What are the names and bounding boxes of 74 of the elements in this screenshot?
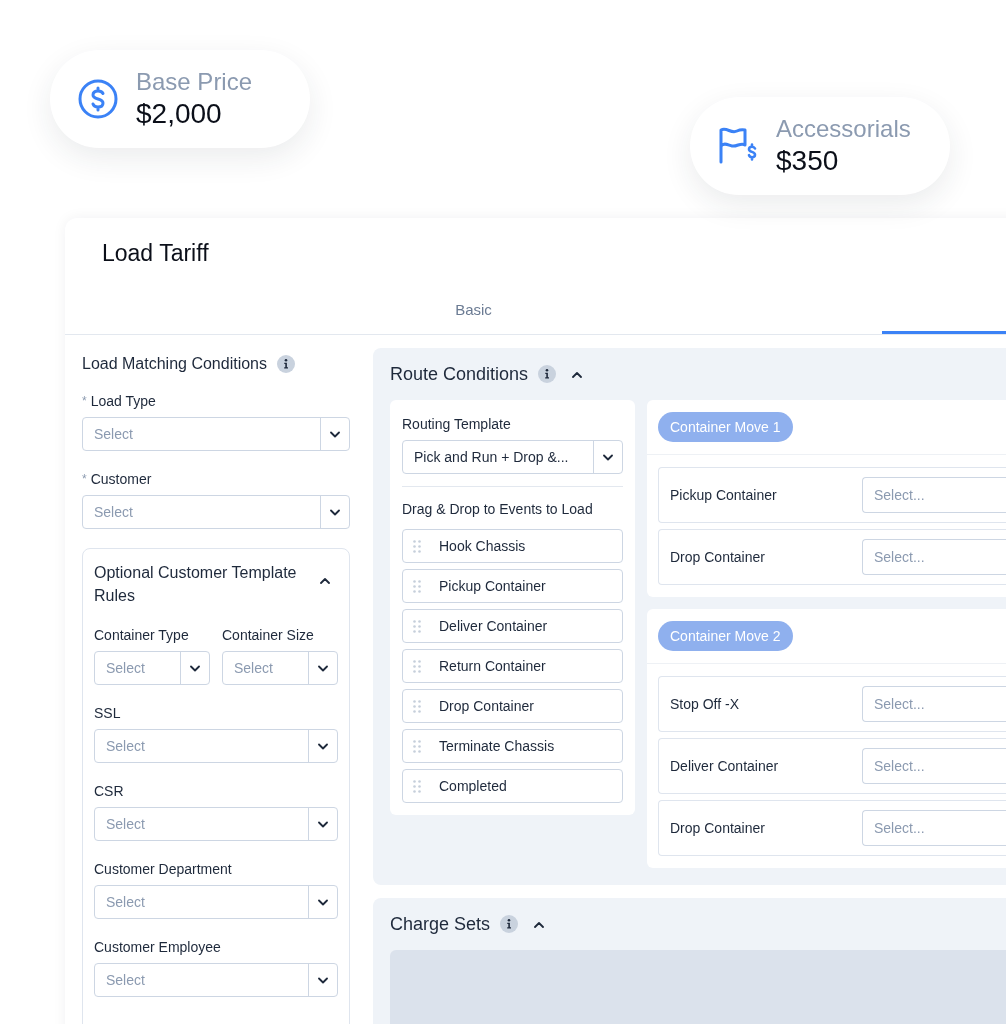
info-icon bbox=[500, 915, 519, 933]
select-field[interactable]: Select... bbox=[862, 539, 1006, 575]
drag-handle-icon[interactable] bbox=[413, 659, 421, 673]
select-field[interactable]: Select bbox=[94, 963, 338, 997]
event-item[interactable]: Hook Chassis bbox=[402, 529, 623, 563]
field-label: SSL bbox=[94, 705, 121, 721]
caret-icon bbox=[318, 976, 328, 984]
caret-icon bbox=[534, 920, 545, 928]
move-badge: Container Move 1 bbox=[658, 412, 793, 442]
move-badge: Container Move 2 bbox=[658, 621, 793, 651]
select-field[interactable]: Select... bbox=[862, 810, 1006, 846]
event-label: Stop Off -X bbox=[669, 696, 740, 712]
section-title: Optional Customer Template Rules bbox=[94, 563, 298, 606]
caret-icon bbox=[603, 453, 613, 461]
select-field[interactable]: Select bbox=[82, 495, 350, 529]
field-label: Routing Template bbox=[402, 416, 511, 432]
drag-handle-icon[interactable] bbox=[413, 619, 421, 633]
dollar-icon bbox=[78, 79, 118, 119]
section-title: Charge Sets bbox=[390, 913, 491, 935]
drag-handle-icon[interactable] bbox=[413, 739, 421, 753]
caret-icon bbox=[190, 664, 200, 672]
field-label: Container Size bbox=[222, 627, 314, 643]
price-value: $350 bbox=[776, 144, 840, 178]
price-label: Base Price bbox=[136, 67, 253, 97]
event-item[interactable]: Pickup Container bbox=[402, 569, 623, 603]
required-mark: * bbox=[82, 472, 87, 486]
caret-icon bbox=[320, 577, 330, 584]
drag-handle-icon[interactable] bbox=[413, 579, 421, 593]
caret-icon bbox=[318, 898, 328, 906]
caret-icon bbox=[318, 664, 328, 672]
field-label: Customer bbox=[90, 471, 152, 487]
section-title: Load Matching Conditions bbox=[82, 355, 267, 373]
event-item[interactable]: Terminate Chassis bbox=[402, 729, 623, 763]
select-field[interactable]: Select... bbox=[862, 748, 1006, 784]
event-item[interactable]: Completed bbox=[402, 769, 623, 803]
caret-icon bbox=[318, 742, 328, 750]
section-title: Route Conditions bbox=[390, 363, 529, 385]
drag-handle-icon[interactable] bbox=[413, 539, 421, 553]
info-icon bbox=[277, 355, 295, 373]
field-label: Container Type bbox=[94, 627, 189, 643]
required-mark: * bbox=[82, 394, 87, 408]
select-field[interactable]: Select bbox=[82, 417, 350, 451]
select-field[interactable]: Select bbox=[94, 885, 338, 919]
caret-icon bbox=[572, 370, 583, 378]
select-field[interactable]: Select... bbox=[862, 686, 1006, 722]
field-label: Load Type bbox=[90, 393, 156, 409]
event-label: Deliver Container bbox=[669, 758, 780, 774]
select-field[interactable]: Select bbox=[94, 729, 338, 763]
select-field[interactable]: Select bbox=[94, 807, 338, 841]
info-icon bbox=[538, 365, 557, 383]
select-field[interactable]: Select bbox=[94, 651, 210, 685]
event-item[interactable]: Drop Container bbox=[402, 689, 623, 723]
caret-icon bbox=[330, 430, 340, 438]
field-label: Customer Department bbox=[94, 861, 232, 877]
event-label: Drop Container bbox=[669, 820, 766, 836]
price-label: Accessorials bbox=[776, 114, 911, 144]
select-field[interactable]: Select... bbox=[862, 477, 1006, 513]
event-label: Drop Container bbox=[669, 549, 766, 565]
flag-dollar-icon bbox=[718, 126, 758, 166]
field-label: CSR bbox=[94, 783, 124, 799]
tab[interactable]: Basic bbox=[65, 288, 882, 334]
event-item[interactable]: Return Container bbox=[402, 649, 623, 683]
price-value: $2,000 bbox=[136, 97, 223, 131]
caret-icon bbox=[330, 508, 340, 516]
field-label: Drag & Drop to Events to Load bbox=[402, 501, 593, 517]
page-title: Load Tariff bbox=[102, 240, 209, 266]
drag-handle-icon[interactable] bbox=[413, 699, 421, 713]
caret-icon bbox=[318, 820, 328, 828]
event-label: Pickup Container bbox=[669, 487, 778, 503]
drag-handle-icon[interactable] bbox=[413, 779, 421, 793]
event-item[interactable]: Deliver Container bbox=[402, 609, 623, 643]
routing-template-select[interactable]: Pick and Run + Drop &... bbox=[402, 440, 623, 474]
select-field[interactable]: Select bbox=[222, 651, 338, 685]
field-label: Customer Employee bbox=[94, 939, 221, 955]
